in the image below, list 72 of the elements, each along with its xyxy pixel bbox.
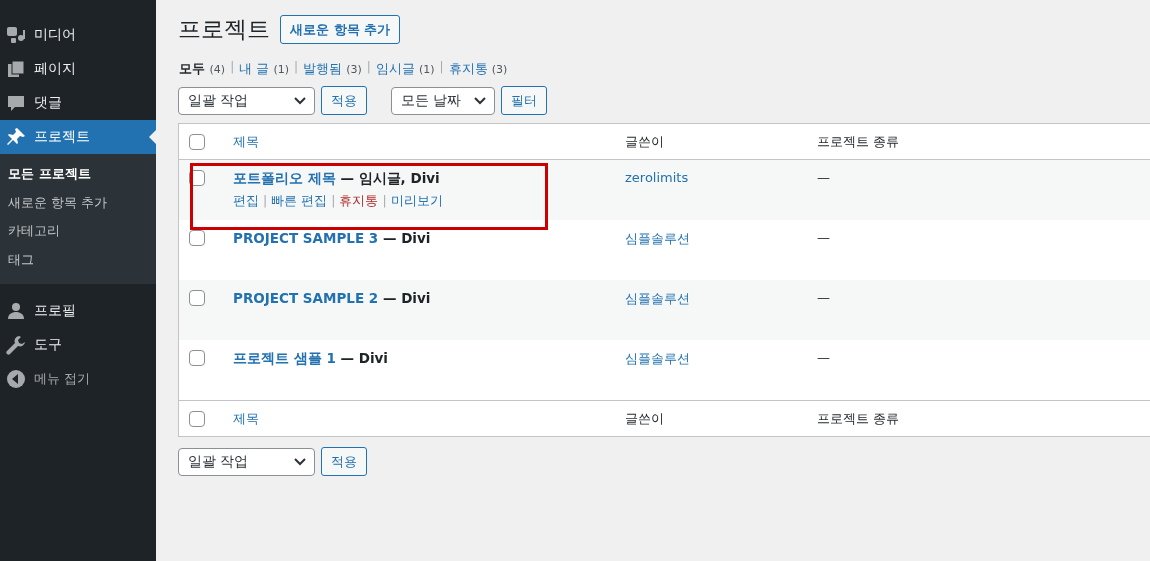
row-action-link[interactable]: 편집 [233,193,259,210]
menu-item[interactable]: 페이지 [0,52,156,86]
author-link[interactable]: 심플솔루션 [625,291,690,306]
view-filter-link[interactable]: 내 글 (1) [239,60,290,78]
column-header: 프로젝트 종류 [817,410,900,426]
table-cell: — [817,290,830,305]
date-filter-dropdown[interactable]: 모든 날짜 [391,86,495,115]
column-header: 글쓴이 [625,133,664,149]
separator: | [331,193,336,210]
column-sort-link[interactable]: 제목 [233,410,259,426]
page-title: 프로젝트 [178,14,270,44]
filter-button[interactable]: 필터 [501,86,547,115]
table-cell: — [817,350,830,365]
column-header: 프로젝트 종류 [817,133,900,149]
separator: | [382,193,387,210]
table-cell: — [817,170,830,185]
row-checkbox[interactable] [189,350,205,366]
submenu-item[interactable]: 카테고리 [0,217,156,246]
separator: | [230,60,235,76]
author-link[interactable]: 심플솔루션 [625,351,690,366]
collapse-menu-link[interactable]: 메뉴 접기 [34,370,91,388]
submenu-item[interactable]: 태그 [0,245,156,274]
post-title: 포트폴리오 제목 — 임시글, Divi [233,170,441,188]
bulk-actions-dropdown[interactable]: 일괄 작업 [178,447,315,476]
row-action-link[interactable]: 빠른 편집 [271,193,328,210]
select-all-checkbox[interactable] [189,133,205,150]
menu-item[interactable]: 댓글 [0,86,156,120]
chevron-down-icon [474,96,486,105]
collapse-icon [6,369,26,389]
view-filter-link[interactable]: 발행됨 (3) [303,60,362,78]
menu-item[interactable]: 도구 [0,328,156,362]
submenu-item[interactable]: 모든 프로젝트 [0,160,156,189]
table-cell: — [817,230,830,245]
post-title: 프로젝트 샘플 1 — Divi [233,350,389,368]
post-title: PROJECT SAMPLE 2 — Divi [233,290,432,306]
menu-item[interactable]: 프로필 [0,294,156,328]
apply-button[interactable]: 적용 [321,447,367,476]
post-title-link[interactable]: PROJECT SAMPLE 3 [233,230,379,246]
submenu-item[interactable]: 새로운 항목 추가 [0,188,156,217]
author-link[interactable]: 심플솔루션 [625,231,690,246]
row-action-link[interactable]: 미리보기 [390,193,443,210]
view-filter-link[interactable]: 휴지통 (3) [448,60,508,78]
separator: | [366,60,371,76]
row-action-link[interactable]: 휴지통 [339,193,379,210]
post-title-link[interactable]: 포트폴리오 제목 [233,170,336,186]
media-icon [6,25,26,45]
separator: | [439,60,444,76]
row-checkbox[interactable] [189,230,205,246]
post-title: PROJECT SAMPLE 3 — Divi [233,230,432,246]
add-new-button[interactable]: 새로운 항목 추가 [280,14,401,44]
wrench-icon [6,335,26,355]
separator: | [294,60,299,76]
chevron-down-icon [294,96,306,105]
view-filter-link[interactable]: 임시글 (1) [375,60,435,78]
chevron-down-icon [294,457,306,466]
separator: | [263,193,268,210]
view-filter-link[interactable]: 모두 (4) [179,60,226,78]
select-all-checkbox[interactable] [189,410,205,427]
menu-item[interactable]: 프로젝트 [0,120,156,154]
bulk-actions-dropdown[interactable]: 일괄 작업 [178,86,315,115]
comment-icon [6,93,26,113]
menu-item[interactable]: 미디어 [0,18,156,52]
author-link[interactable]: zerolimits [625,170,689,185]
column-header: 글쓴이 [625,410,664,426]
row-checkbox[interactable] [189,290,205,306]
column-sort-link[interactable]: 제목 [233,133,259,149]
apply-button[interactable]: 적용 [321,86,367,115]
post-title-link[interactable]: 프로젝트 샘플 1 [233,350,336,366]
user-icon [6,301,26,321]
post-title-link[interactable]: PROJECT SAMPLE 2 [233,290,379,306]
pages-icon [6,59,26,79]
pin-icon [6,127,26,147]
